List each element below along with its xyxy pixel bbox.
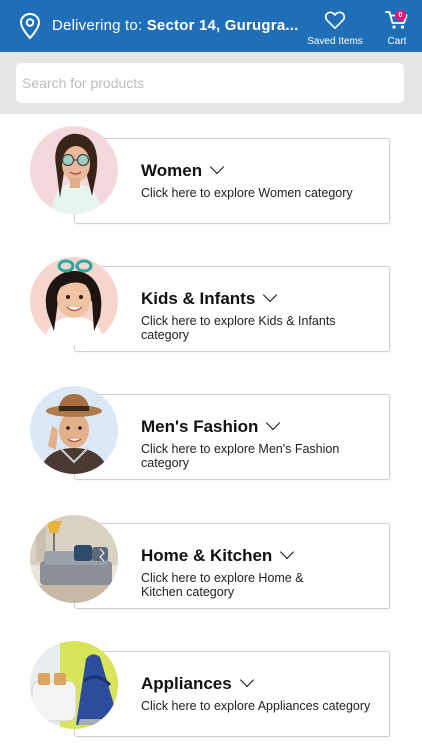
category-image-kids-infants[interactable] bbox=[30, 257, 118, 345]
chevron-down-icon bbox=[210, 159, 225, 175]
category-card-women[interactable]: Women Click here to explore Women catego… bbox=[74, 138, 390, 224]
delivering-to-label: Delivering to: bbox=[52, 17, 143, 34]
category-card-home-kitchen[interactable]: Home & Kitchen Click here to explore Hom… bbox=[74, 523, 390, 609]
category-image-mens-fashion[interactable] bbox=[30, 386, 118, 474]
category-title-text: Appliances bbox=[141, 674, 232, 693]
man-photo bbox=[30, 386, 118, 474]
living-room-photo bbox=[30, 515, 118, 603]
category-title-appliances: Appliances bbox=[141, 672, 254, 694]
category-subtitle-women: Click here to explore Women category bbox=[141, 186, 353, 200]
cart-count-badge: 0 bbox=[395, 10, 406, 21]
top-bar: Delivering to: Sector 14, Gurugra... Sav… bbox=[0, 0, 422, 52]
search-section bbox=[0, 52, 422, 114]
location-pin-icon[interactable] bbox=[18, 12, 42, 40]
cart-button[interactable]: 0 Cart bbox=[380, 10, 414, 47]
chevron-down-icon bbox=[280, 544, 295, 560]
category-card-kids-infants[interactable]: Kids & Infants Click here to explore Kid… bbox=[74, 266, 390, 352]
category-image-women[interactable] bbox=[30, 126, 118, 214]
chevron-down-icon bbox=[266, 415, 281, 431]
category-title-text: Kids & Infants bbox=[141, 289, 256, 308]
search-input[interactable] bbox=[16, 63, 404, 103]
category-card-appliances[interactable]: Appliances Click here to explore Applian… bbox=[74, 651, 390, 737]
delivery-location[interactable]: Delivering to: Sector 14, Gurugra... bbox=[52, 17, 298, 34]
saved-items-button[interactable]: Saved Items bbox=[304, 10, 366, 47]
category-title-text: Women bbox=[141, 161, 203, 180]
category-image-appliances[interactable] bbox=[30, 641, 118, 729]
category-subtitle-mens-fashion: Click here to explore Men's Fashion cate… bbox=[141, 442, 340, 470]
chevron-down-icon bbox=[263, 287, 278, 303]
girl-photo bbox=[30, 257, 118, 345]
saved-items-label: Saved Items bbox=[307, 36, 363, 47]
category-subtitle-appliances: Click here to explore Appliances categor… bbox=[141, 699, 371, 713]
category-title-text: Home & Kitchen bbox=[141, 546, 273, 565]
category-title-kids-infants: Kids & Infants bbox=[141, 287, 278, 309]
appliances-photo bbox=[30, 641, 118, 729]
category-title-mens-fashion: Men's Fashion bbox=[141, 415, 281, 437]
delivery-location-value: Sector 14, Gurugra... bbox=[146, 17, 299, 34]
heart-icon bbox=[324, 11, 346, 29]
category-title-women: Women bbox=[141, 159, 225, 181]
category-image-home-kitchen[interactable] bbox=[30, 515, 118, 603]
category-title-home-kitchen: Home & Kitchen bbox=[141, 544, 295, 566]
category-subtitle-kids-infants: Click here to explore Kids & Infants cat… bbox=[141, 314, 336, 342]
category-title-text: Men's Fashion bbox=[141, 417, 259, 436]
woman-photo bbox=[30, 126, 118, 214]
category-card-mens-fashion[interactable]: Men's Fashion Click here to explore Men'… bbox=[74, 394, 390, 480]
cart-label: Cart bbox=[387, 36, 407, 47]
chevron-down-icon bbox=[239, 672, 254, 688]
category-subtitle-home-kitchen: Click here to explore Home & Kitchen cat… bbox=[141, 571, 304, 599]
